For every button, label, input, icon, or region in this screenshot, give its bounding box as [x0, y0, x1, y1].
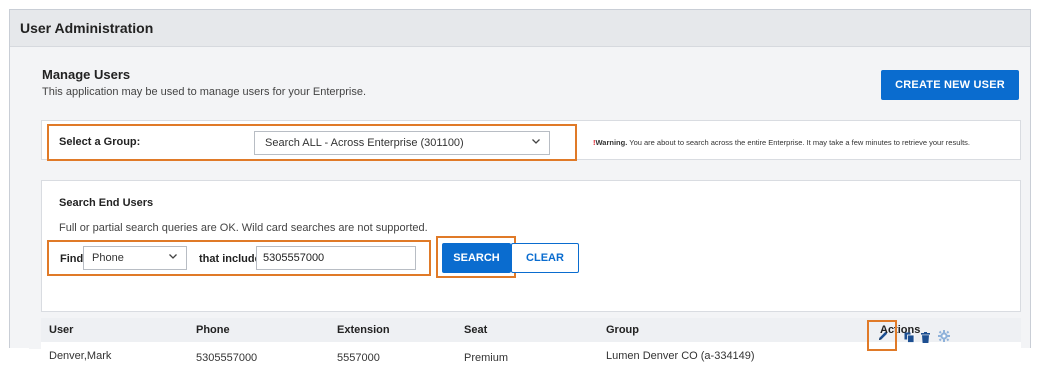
- group-dropdown[interactable]: Search ALL - Across Enterprise (301100): [254, 131, 550, 155]
- clear-button[interactable]: CLEAR: [511, 243, 579, 273]
- search-field-value: Phone: [92, 252, 124, 264]
- column-header-seat: Seat: [464, 324, 488, 336]
- create-new-user-button[interactable]: CREATE NEW USER: [881, 70, 1019, 100]
- cell-user: Denver,Mark: [49, 350, 112, 362]
- user-administration-panel: User Administration Manage Users This ap…: [9, 9, 1031, 370]
- column-header-user: User: [49, 324, 74, 336]
- search-query-input[interactable]: [256, 246, 416, 270]
- chevron-down-icon: [531, 136, 541, 149]
- trash-icon[interactable]: [921, 330, 930, 343]
- pencil-icon[interactable]: [877, 329, 889, 341]
- panel-header: User Administration: [10, 10, 1030, 47]
- copy-icon[interactable]: [904, 330, 915, 343]
- warning-message: !Warning. You are about to search across…: [593, 138, 970, 147]
- warning-title: Warning.: [595, 138, 628, 147]
- panel-content: Manage Users This application may be use…: [29, 56, 1021, 370]
- warning-text: You are about to search across the entir…: [627, 138, 970, 147]
- search-title: Search End Users: [59, 197, 154, 209]
- panel-title: User Administration: [20, 20, 154, 36]
- find-label: Find: [60, 253, 84, 265]
- gear-icon[interactable]: [938, 329, 950, 342]
- manage-users-description: This application may be used to manage u…: [42, 86, 367, 98]
- group-dropdown-value: Search ALL - Across Enterprise (301100): [265, 137, 464, 149]
- cell-seat: Premium: [464, 352, 509, 364]
- manage-users-title: Manage Users: [42, 67, 131, 82]
- column-header-phone: Phone: [196, 324, 230, 336]
- column-header-extension: Extension: [337, 324, 390, 336]
- search-description: Full or partial search queries are OK. W…: [59, 222, 428, 234]
- cell-group: Lumen Denver CO (a-334149): [606, 350, 755, 362]
- search-button[interactable]: SEARCH: [442, 243, 511, 273]
- chevron-down-icon: [168, 251, 178, 264]
- search-field-dropdown[interactable]: Phone: [83, 246, 187, 270]
- cell-extension: 5557000: [337, 352, 380, 364]
- column-header-group: Group: [606, 324, 639, 336]
- cell-phone: 5305557000: [196, 352, 258, 364]
- group-label: Select a Group:: [59, 136, 141, 148]
